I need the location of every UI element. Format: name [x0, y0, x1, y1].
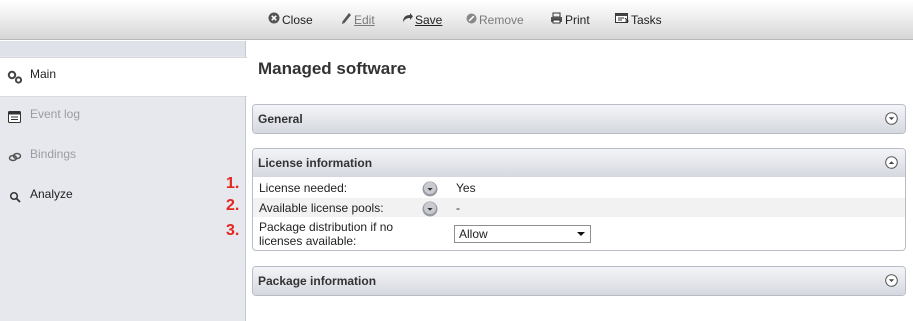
log-icon — [6, 109, 24, 125]
printer-icon — [550, 12, 563, 28]
license-needed-label: License needed: — [259, 181, 348, 195]
annotation-number: 1. — [226, 175, 240, 192]
sidebar-item-bindings[interactable]: Bindings — [0, 137, 246, 177]
expand-icon[interactable] — [885, 112, 898, 125]
package-distribution-select[interactable]: Allow — [454, 225, 591, 243]
toolbar: Close Edit Save Remove Print Tasks — [0, 0, 913, 40]
panel-title: License information — [258, 156, 373, 170]
label-line: Package distribution if no — [259, 220, 394, 234]
chevron-down-icon — [577, 232, 585, 236]
select-value: Allow — [459, 227, 488, 241]
save-button[interactable]: Save — [401, 11, 442, 29]
remove-button[interactable]: Remove — [466, 11, 524, 29]
info-dropdown-icon[interactable] — [422, 201, 438, 217]
annotation-number: 2. — [226, 197, 240, 214]
print-label: Print — [565, 13, 590, 27]
license-pools-label: Available license pools: — [259, 201, 384, 215]
remove-icon — [466, 12, 477, 28]
close-label: Close — [282, 13, 313, 27]
edit-button[interactable]: Edit — [341, 11, 375, 29]
sidebar-item-label: Event log — [30, 107, 81, 121]
annotation-number: 3. — [226, 222, 240, 239]
print-button[interactable]: Print — [550, 11, 590, 29]
page-title: Managed software — [258, 59, 407, 78]
tasks-label: Tasks — [631, 13, 662, 27]
pencil-icon — [341, 12, 352, 29]
license-needed-row: License needed: Yes — [253, 177, 905, 197]
package-distribution-row: Package distribution if no licenses avai… — [253, 217, 905, 249]
package-distribution-label: Package distribution if no licenses avai… — [259, 220, 393, 248]
close-icon — [268, 12, 280, 28]
package-panel: Package information — [252, 266, 906, 296]
license-pools-row: Available license pools: - — [253, 197, 905, 217]
panel-title: Package information — [258, 274, 377, 288]
tasks-icon — [615, 12, 630, 28]
close-button[interactable]: Close — [268, 11, 313, 29]
label-line: licenses available: — [259, 234, 357, 248]
sidebar-item-event-log[interactable]: Event log — [0, 97, 246, 137]
package-panel-header[interactable]: Package information — [253, 267, 905, 295]
save-label: Save — [415, 13, 443, 27]
license-panel: License information License needed: Yes … — [252, 148, 906, 251]
save-icon — [401, 12, 413, 28]
sidebar-item-analyze[interactable]: Analyze — [0, 177, 246, 217]
sidebar-item-label: Analyze — [30, 187, 73, 201]
expand-icon[interactable] — [885, 274, 898, 287]
sidebar-item-label: Bindings — [30, 147, 77, 161]
license-needed-value: Yes — [456, 181, 476, 195]
sidebar-top-strip — [0, 41, 245, 56]
sidebar-item-main[interactable]: Main — [0, 57, 247, 97]
license-panel-header[interactable]: License information — [253, 149, 905, 177]
tasks-button[interactable]: Tasks — [615, 11, 662, 29]
edit-label: Edit — [354, 13, 375, 27]
panel-title: General — [258, 112, 303, 126]
sidebar-item-label: Main — [30, 67, 57, 81]
general-panel-header[interactable]: General — [253, 105, 905, 133]
link-icon — [6, 149, 24, 165]
license-pools-value: - — [456, 201, 460, 215]
gears-icon — [6, 69, 24, 85]
general-panel: General — [252, 104, 906, 134]
collapse-icon[interactable] — [885, 156, 898, 169]
magnifier-icon — [6, 189, 24, 205]
remove-label: Remove — [479, 13, 524, 27]
info-dropdown-icon[interactable] — [422, 181, 438, 197]
